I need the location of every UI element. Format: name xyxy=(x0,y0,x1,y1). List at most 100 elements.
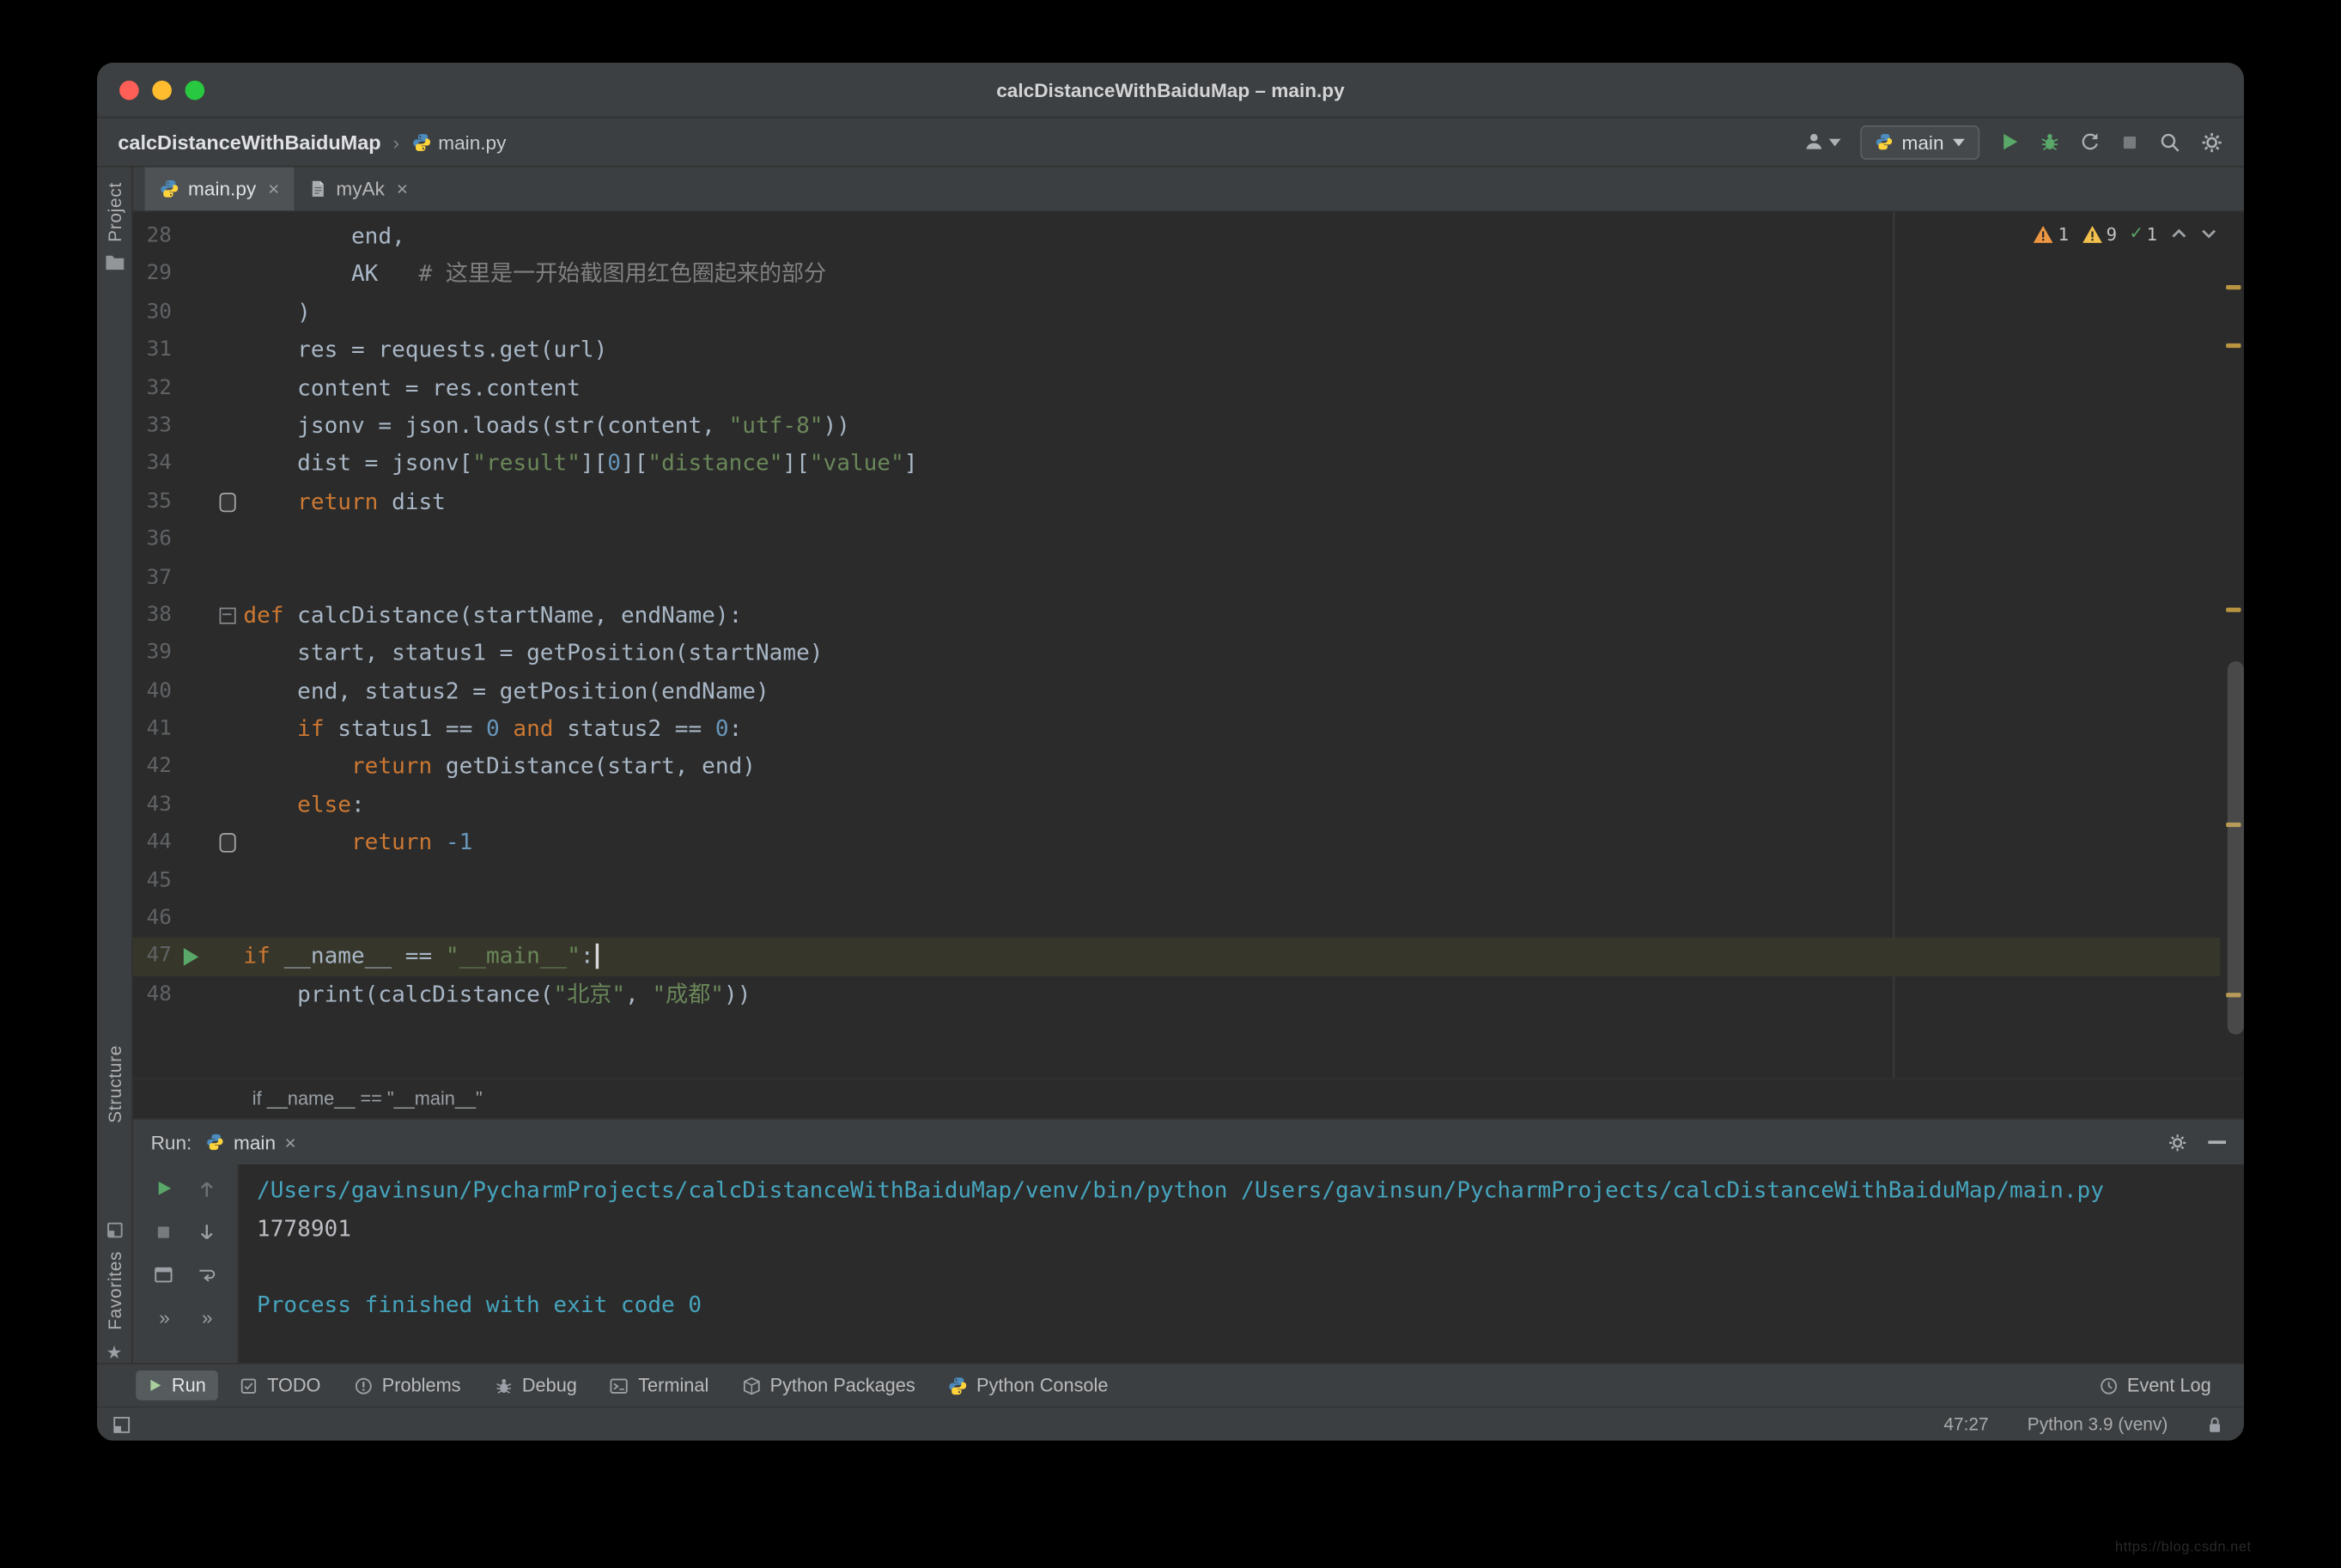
toolwindow-button-todo[interactable]: TODO xyxy=(227,1370,332,1401)
line-number: 29 xyxy=(146,261,172,286)
tool-stripe-favorites[interactable]: Favorites xyxy=(104,1251,125,1330)
rerun-button[interactable] xyxy=(152,1176,176,1200)
prev-problem-button[interactable] xyxy=(2171,228,2187,239)
close-icon[interactable]: × xyxy=(284,1131,295,1153)
chevron-down-icon xyxy=(1952,137,1965,146)
error-stripe-mark[interactable] xyxy=(2226,343,2241,349)
editor-scrollbar[interactable] xyxy=(2227,661,2244,1035)
toolwindow-button-python-console[interactable]: Python Console xyxy=(936,1370,1120,1401)
toolwindow-button-run[interactable]: Run xyxy=(136,1370,218,1401)
toolwindow-button-debug[interactable]: Debug xyxy=(482,1370,589,1401)
run-settings-button[interactable] xyxy=(2168,1133,2187,1152)
code-line[interactable]: 43 else: xyxy=(133,787,2220,824)
more-icon[interactable]: » xyxy=(159,1306,170,1328)
code-line[interactable]: 30 ) xyxy=(133,294,2220,331)
search-everywhere-button[interactable] xyxy=(2159,131,2181,153)
next-problem-button[interactable] xyxy=(2201,228,2217,239)
code-line[interactable]: 47 if __name__ == "__main__": xyxy=(132,938,2221,976)
run-configuration-selector[interactable]: main xyxy=(1859,125,1980,160)
bookmark-icon[interactable] xyxy=(218,833,235,854)
close-window-button[interactable] xyxy=(119,80,139,100)
code-line[interactable]: 29 AK # 这里是一开始截图用红色圈起来的部分 xyxy=(133,256,2220,294)
code-line[interactable]: 48 print(calcDistance("北京", "成都")) xyxy=(133,976,2220,1014)
down-stack-trace-button[interactable] xyxy=(195,1219,219,1243)
up-stack-trace-button[interactable] xyxy=(195,1176,219,1200)
code-line[interactable]: 40 end, status2 = getPosition(endName) xyxy=(133,673,2220,711)
error-stripe-mark[interactable] xyxy=(2226,285,2241,290)
tab-label: main.py xyxy=(188,177,257,200)
run-tab[interactable]: main × xyxy=(207,1131,296,1153)
favorites-star-icon[interactable]: ★ xyxy=(106,1342,123,1363)
code-line[interactable]: 28 end, xyxy=(133,218,2220,256)
tool-stripe-project[interactable]: Project xyxy=(104,182,125,242)
breadcrumb-project[interactable]: calcDistanceWithBaiduMap xyxy=(118,131,380,153)
warning-icon xyxy=(2082,225,2102,243)
stop-button[interactable] xyxy=(152,1219,176,1243)
code-line[interactable]: 31 res = requests.get(url) xyxy=(133,331,2220,369)
editor-breadcrumb[interactable]: if __name__ == "__main__" xyxy=(132,1078,2244,1119)
code-line[interactable]: 35 return dist xyxy=(133,483,2220,521)
line-number: 37 xyxy=(146,565,172,589)
tab-myAk[interactable]: myAk × xyxy=(295,167,423,210)
code-line[interactable]: 34 dist = jsonv["result"][0]["distance"]… xyxy=(133,446,2220,483)
code-line[interactable]: 46 xyxy=(133,900,2220,938)
hide-panel-button[interactable] xyxy=(2208,1140,2227,1144)
soft-wrap-icon[interactable] xyxy=(195,1263,219,1287)
code-line[interactable]: 36 xyxy=(133,521,2220,559)
fold-icon[interactable] xyxy=(218,607,235,624)
minimize-window-button[interactable] xyxy=(152,80,172,100)
code-line[interactable]: 32 content = res.content xyxy=(133,369,2220,407)
tool-stripe-structure[interactable]: Structure xyxy=(104,1045,125,1123)
project-folder-icon[interactable] xyxy=(104,254,125,272)
tab-close-icon[interactable]: × xyxy=(268,178,279,200)
lock-icon[interactable] xyxy=(2207,1414,2223,1434)
tab-main.py[interactable]: main.py × xyxy=(144,167,295,211)
tool-window-switcher-icon[interactable] xyxy=(112,1414,131,1434)
breadcrumb-file[interactable]: main.py xyxy=(411,131,506,153)
toolwindow-button-terminal[interactable]: Terminal xyxy=(598,1370,721,1401)
bookmark-icon[interactable] xyxy=(218,492,235,513)
event-log-button[interactable]: Event Log xyxy=(2087,1370,2223,1401)
code-line[interactable]: 37 xyxy=(133,559,2220,597)
zoom-window-button[interactable] xyxy=(185,80,205,100)
interpreter-selector[interactable]: Python 3.9 (venv) xyxy=(2028,1413,2168,1434)
caret-position[interactable]: 47:27 xyxy=(1943,1413,1988,1434)
code-line[interactable]: 33 jsonv = json.loads(str(content, "utf-… xyxy=(133,408,2220,446)
inspections-widget[interactable]: 1 9 ✓ 1 xyxy=(2034,222,2217,245)
code-line[interactable]: 41 if status1 == 0 and status2 == 0: xyxy=(133,711,2220,749)
run-console[interactable]: /Users/gavinsun/PycharmProjects/calcDist… xyxy=(239,1164,2244,1363)
run-button[interactable] xyxy=(1999,131,2020,152)
navigation-bar: calcDistanceWithBaiduMap › main.py main xyxy=(97,118,2244,167)
code-line[interactable]: 45 xyxy=(133,862,2220,900)
user-account-button[interactable] xyxy=(1803,131,1841,152)
toolwindow-button-problems[interactable]: Problems xyxy=(342,1370,473,1401)
stop-button[interactable] xyxy=(2120,132,2140,152)
editor[interactable]: 28 end, 29 AK # 这里是一开始截图用红色圈起来的部分 30 ) 31 r… xyxy=(132,211,2244,1079)
run-tab-label: main xyxy=(234,1130,277,1153)
toolwindow-button-label: Debug xyxy=(521,1375,577,1396)
rerun-coverage-button[interactable] xyxy=(2080,131,2101,152)
debug-button[interactable] xyxy=(2040,131,2060,152)
error-stripe-mark[interactable] xyxy=(2226,607,2241,612)
code-line[interactable]: 42 return getDistance(start, end) xyxy=(133,749,2220,787)
code-line[interactable]: 44 return -1 xyxy=(133,824,2220,862)
inspection-warnings-weak[interactable]: 9 xyxy=(2082,223,2117,244)
settings-button[interactable] xyxy=(2201,131,2223,153)
breadcrumb-context[interactable]: if __name__ == "__main__" xyxy=(252,1088,483,1109)
user-icon xyxy=(1803,131,1824,152)
restore-layout-icon[interactable] xyxy=(152,1263,176,1287)
run-line-icon[interactable] xyxy=(183,948,199,966)
line-number: 39 xyxy=(146,641,172,665)
code-line[interactable]: 39 start, status1 = getPosition(startNam… xyxy=(133,635,2220,672)
inspection-warnings-strong[interactable]: 1 xyxy=(2034,223,2069,244)
tab-close-icon[interactable]: × xyxy=(397,178,408,200)
inspection-passed[interactable]: ✓ 1 xyxy=(2131,222,2157,245)
more-icon[interactable]: » xyxy=(202,1306,213,1328)
run-toolbar: » » xyxy=(132,1164,240,1364)
titlebar[interactable]: calcDistanceWithBaiduMap – main.py xyxy=(97,63,2244,119)
code-line[interactable]: 38 def calcDistance(startName, endName): xyxy=(133,597,2220,635)
bookmarks-icon[interactable] xyxy=(106,1221,124,1239)
toolwindow-button-python-packages[interactable]: Python Packages xyxy=(730,1370,927,1401)
event-log-icon xyxy=(2099,1376,2119,1395)
line-number: 46 xyxy=(146,906,172,931)
